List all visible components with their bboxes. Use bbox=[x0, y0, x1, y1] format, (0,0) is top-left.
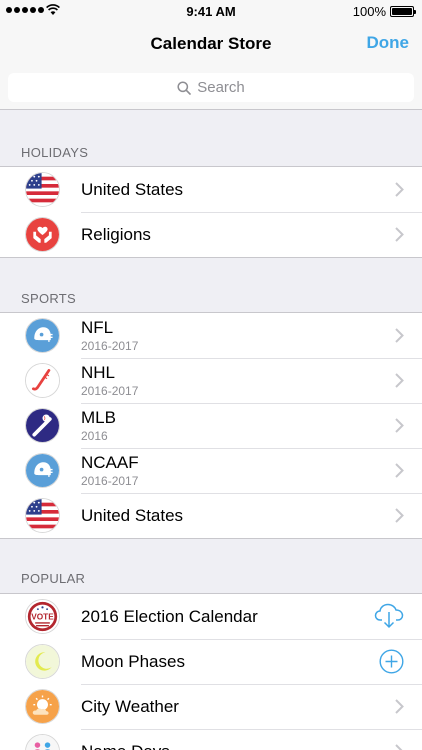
list-item-subtitle: 2016-2017 bbox=[81, 384, 139, 398]
people-icon bbox=[25, 734, 60, 750]
vote-icon: VOTE bbox=[25, 599, 60, 634]
search-input[interactable]: Search bbox=[8, 73, 414, 102]
section-header-sports: SPORTS bbox=[21, 291, 77, 306]
list-item-subtitle: 2016 bbox=[81, 429, 108, 443]
list-item-nhl[interactable]: NHL 2016-2017 bbox=[0, 358, 422, 403]
list-item-label: NFL bbox=[81, 318, 114, 337]
football-helmet-icon bbox=[25, 453, 60, 488]
list-item-united-states[interactable]: United States bbox=[0, 493, 422, 538]
list-item-united-states[interactable]: United States bbox=[0, 167, 422, 212]
battery-icon bbox=[390, 6, 416, 17]
section-header-popular: POPULAR bbox=[21, 571, 86, 586]
chevron-right-icon bbox=[395, 182, 404, 197]
list-item-subtitle: 2016-2017 bbox=[81, 474, 139, 488]
list-item-city-weather[interactable]: City Weather bbox=[0, 684, 422, 729]
list-item-label: NCAAF bbox=[81, 453, 139, 472]
list-item-moon-phases[interactable]: Moon Phases bbox=[0, 639, 422, 684]
search-bar: Search bbox=[0, 66, 422, 110]
search-icon bbox=[177, 80, 192, 95]
add-circle-icon[interactable] bbox=[379, 649, 404, 674]
done-button[interactable]: Done bbox=[367, 33, 410, 53]
cloud-download-icon[interactable] bbox=[374, 603, 404, 629]
list-item-label: United States bbox=[81, 505, 184, 525]
chevron-right-icon bbox=[395, 463, 404, 478]
popular-list: VOTE 2016 Election Calendar Moon Phases bbox=[0, 593, 422, 750]
search-placeholder: Search bbox=[197, 79, 245, 96]
chevron-right-icon bbox=[395, 508, 404, 523]
chevron-right-icon bbox=[395, 227, 404, 242]
chevron-right-icon bbox=[395, 699, 404, 714]
list-item-religions[interactable]: Religions bbox=[0, 212, 422, 257]
list-item-mlb[interactable]: MLB 2016 bbox=[0, 403, 422, 448]
list-item-label: Religions bbox=[81, 224, 151, 244]
chevron-right-icon bbox=[395, 744, 403, 750]
holidays-list: United States Religions bbox=[0, 166, 422, 258]
list-item-subtitle: 2016-2017 bbox=[81, 339, 139, 353]
list-item-label: 2016 Election Calendar bbox=[81, 606, 258, 626]
list-item-name-days[interactable]: Name Days bbox=[0, 729, 422, 750]
chevron-right-icon bbox=[395, 373, 404, 388]
list-item-label: City Weather bbox=[81, 696, 179, 716]
battery-percent: 100% bbox=[352, 4, 386, 19]
chevron-right-icon bbox=[395, 328, 404, 343]
list-item-election-calendar[interactable]: VOTE 2016 Election Calendar bbox=[0, 594, 422, 639]
list-item-label: Name Days bbox=[81, 742, 170, 750]
list-item-label: NHL bbox=[81, 363, 116, 382]
svg-text:VOTE: VOTE bbox=[31, 612, 54, 621]
list-item-label: MLB bbox=[81, 408, 116, 427]
chevron-right-icon bbox=[395, 418, 404, 433]
list-item-label: United States bbox=[81, 179, 184, 199]
us-flag-icon bbox=[25, 498, 60, 533]
hands-heart-icon bbox=[25, 217, 60, 252]
football-helmet-icon bbox=[25, 318, 60, 353]
hockey-stick-icon bbox=[25, 363, 60, 398]
section-header-holidays: HOLIDAYS bbox=[21, 145, 89, 160]
page-title: Calendar Store bbox=[150, 34, 272, 53]
us-flag-icon bbox=[25, 172, 60, 207]
nav-bar: Calendar Store Done bbox=[0, 22, 422, 66]
moon-icon bbox=[25, 644, 60, 679]
list-item-nfl[interactable]: NFL 2016-2017 bbox=[0, 313, 422, 358]
status-bar: 9:41 AM 100% bbox=[0, 0, 422, 22]
baseball-bat-icon bbox=[25, 408, 60, 443]
list-item-ncaaf[interactable]: NCAAF 2016-2017 bbox=[0, 448, 422, 493]
sun-cloud-icon bbox=[25, 689, 60, 724]
list-item-label: Moon Phases bbox=[81, 651, 185, 671]
sports-list: NFL 2016-2017 NHL 2016-2017 MLB 2016 NCA… bbox=[0, 312, 422, 539]
